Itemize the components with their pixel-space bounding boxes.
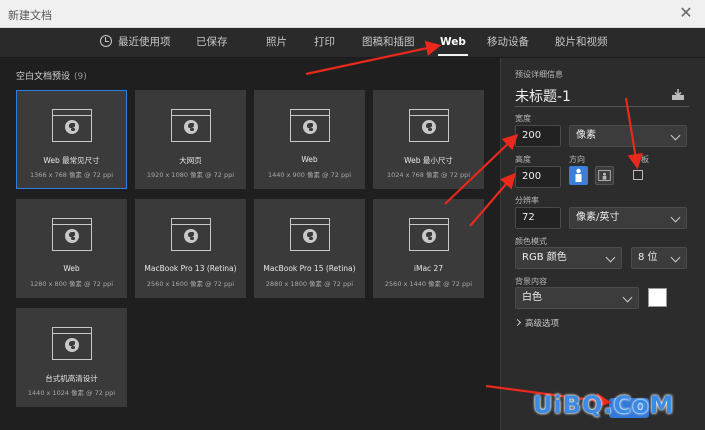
tab-recent[interactable]: 最近使用项 <box>100 28 171 58</box>
width-input[interactable]: 200 <box>515 125 561 147</box>
tab-web[interactable]: Web <box>438 28 468 58</box>
tab-photo[interactable]: 照片 <box>266 28 287 58</box>
preset-card[interactable]: MacBook Pro 15 (Retina) 2880 x 1800 像素 @… <box>254 199 365 298</box>
chevron-right-icon <box>513 318 522 327</box>
web-document-icon <box>52 327 92 360</box>
preset-section-title: 空白文档预设 (9) <box>16 72 87 82</box>
globe-icon <box>422 229 436 243</box>
globe-icon <box>303 229 317 243</box>
chevron-down-icon <box>670 130 681 141</box>
resolution-label: 分辨率 <box>515 196 539 205</box>
globe-icon <box>65 120 79 134</box>
preset-spec: 2560 x 1600 像素 @ 72 ppi <box>146 280 235 288</box>
globe-icon <box>65 338 79 352</box>
details-section-title: 预设详细信息 <box>515 70 563 79</box>
resolution-input[interactable]: 72 <box>515 207 561 229</box>
globe-icon <box>184 229 198 243</box>
preset-card[interactable]: Web 最常见尺寸 1366 x 768 像素 @ 72 ppi <box>16 90 127 189</box>
preset-name: Web <box>301 155 318 164</box>
preset-spec: 1366 x 768 像素 @ 72 ppi <box>29 171 114 179</box>
preset-card[interactable]: Web 1440 x 900 像素 @ 72 ppi <box>254 90 365 189</box>
preset-name: Web <box>63 264 80 273</box>
preset-spec: 1920 x 1080 像素 @ 72 ppi <box>146 171 235 179</box>
chevron-down-icon <box>622 292 633 303</box>
background-label: 背景内容 <box>515 277 547 286</box>
width-label: 宽度 <box>515 114 531 123</box>
background-color-swatch[interactable] <box>648 288 667 307</box>
web-document-icon <box>171 218 211 251</box>
artboard-label: 板 <box>641 155 649 164</box>
preset-name: 台式机高清设计 <box>45 374 98 383</box>
web-document-icon <box>290 218 330 251</box>
preset-name: MacBook Pro 13 (Retina) <box>144 264 237 273</box>
landscape-orientation-icon[interactable] <box>595 166 614 185</box>
tab-print[interactable]: 打印 <box>314 28 335 58</box>
preset-name: Web 最常见尺寸 <box>43 156 100 165</box>
web-document-icon <box>409 218 449 251</box>
preset-details-panel: 预设详细信息 未标题-1 宽度 200 像素 高度 方向 板 200 分辨率 7… <box>500 58 705 430</box>
tab-saved[interactable]: 已保存 <box>196 28 228 58</box>
preset-spec: 2880 x 1800 像素 @ 72 ppi <box>265 280 354 288</box>
preset-card[interactable]: Web 最小尺寸 1024 x 768 像素 @ 72 ppi <box>373 90 484 189</box>
background-select[interactable]: 白色 <box>515 287 639 309</box>
chevron-down-icon <box>670 252 681 263</box>
preset-panel: 空白文档预设 (9) Web 最常见尺寸 1366 x 768 像素 @ 72 p… <box>0 58 500 430</box>
web-document-icon <box>290 109 330 142</box>
resolution-unit-select[interactable]: 像素/英寸 <box>569 207 687 229</box>
category-tabs: 最近使用项 已保存 照片 打印 图稿和插图 Web 移动设备 胶片和视频 <box>0 28 705 58</box>
preset-name: Web 最小尺寸 <box>404 156 453 165</box>
preset-spec: 1280 x 800 像素 @ 72 ppi <box>29 280 114 288</box>
web-document-icon <box>171 109 211 142</box>
tab-mobile[interactable]: 移动设备 <box>487 28 529 58</box>
save-preset-icon[interactable] <box>671 88 685 101</box>
advanced-options-toggle[interactable]: 高级选项 <box>513 317 559 329</box>
width-unit-select[interactable]: 像素 <box>569 125 687 147</box>
tab-art-illustration[interactable]: 图稿和插图 <box>362 28 415 58</box>
globe-icon <box>65 229 79 243</box>
chevron-down-icon <box>605 252 616 263</box>
chevron-down-icon <box>670 212 681 223</box>
color-mode-label: 颜色模式 <box>515 237 547 246</box>
close-icon[interactable]: ✕ <box>677 4 695 22</box>
preset-card[interactable]: MacBook Pro 13 (Retina) 2560 x 1600 像素 @… <box>135 199 246 298</box>
preset-spec: 2560 x 1440 像素 @ 72 ppi <box>384 280 473 288</box>
globe-icon <box>184 120 198 134</box>
orientation-label: 方向 <box>569 155 585 164</box>
window-title: 新建文档 <box>8 9 52 22</box>
web-document-icon <box>52 218 92 251</box>
clock-icon <box>100 35 112 47</box>
preset-card[interactable]: 大网页 1920 x 1080 像素 @ 72 ppi <box>135 90 246 189</box>
globe-icon <box>303 120 317 134</box>
height-label: 高度 <box>515 155 531 164</box>
preset-name: iMac 27 <box>413 264 444 273</box>
bit-depth-select[interactable]: 8 位 <box>631 247 687 269</box>
preset-name: 大网页 <box>179 156 202 165</box>
preset-card[interactable]: iMac 27 2560 x 1440 像素 @ 72 ppi <box>373 199 484 298</box>
portrait-orientation-icon[interactable] <box>569 166 588 185</box>
document-name-input[interactable]: 未标题-1 <box>515 86 571 106</box>
preset-card[interactable]: Web 1280 x 800 像素 @ 72 ppi <box>16 199 127 298</box>
height-input[interactable]: 200 <box>515 166 561 188</box>
color-mode-select[interactable]: RGB 颜色 <box>515 247 622 269</box>
preset-spec: 1440 x 900 像素 @ 72 ppi <box>267 171 352 179</box>
web-document-icon <box>52 109 92 142</box>
preset-name: MacBook Pro 15 (Retina) <box>263 264 356 273</box>
watermark: UiBQ.CoM <box>533 391 675 419</box>
web-document-icon <box>409 109 449 142</box>
tab-film-video[interactable]: 胶片和视频 <box>555 28 608 58</box>
title-bar: 新建文档 ✕ <box>0 0 705 28</box>
preset-spec: 1440 x 1024 像素 @ 72 ppi <box>27 389 116 397</box>
preset-spec: 1024 x 768 像素 @ 72 ppi <box>386 171 471 179</box>
artboard-checkbox[interactable] <box>633 170 643 180</box>
preset-card[interactable]: 台式机高清设计 1440 x 1024 像素 @ 72 ppi <box>16 308 127 407</box>
globe-icon <box>422 120 436 134</box>
name-underline <box>515 106 689 107</box>
